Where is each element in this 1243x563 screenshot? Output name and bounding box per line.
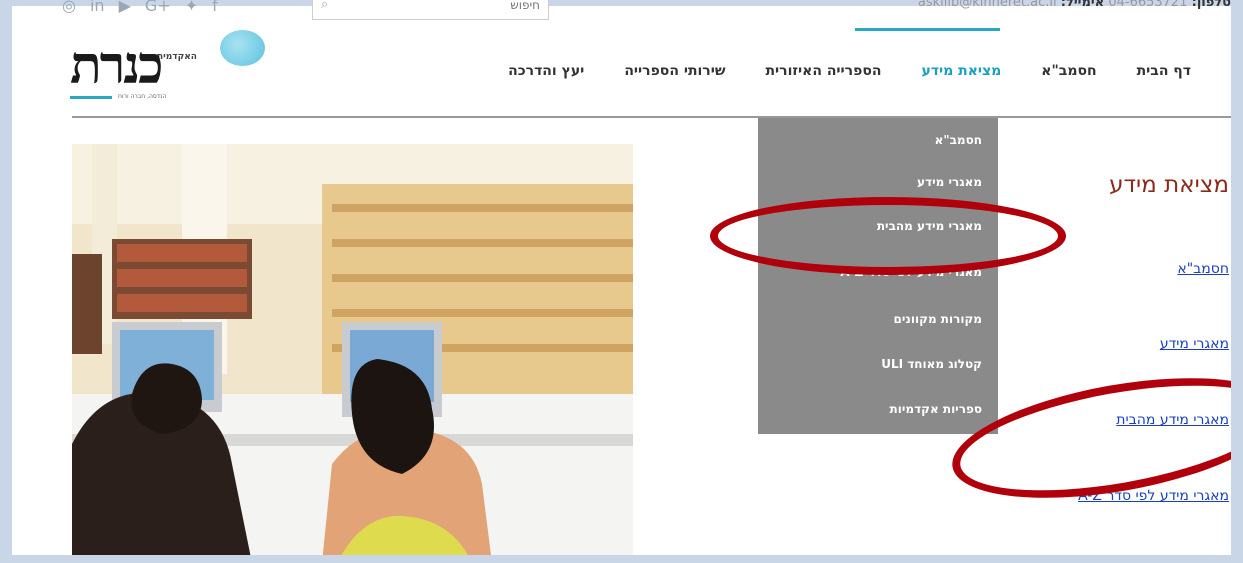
top-strip: ◎ in ▶ G+ ✦ f ⌕ טלפון: 04-6653721 אימייל… [12,0,1231,30]
screenshot-frame-bottom [0,555,1243,563]
side-link-databases[interactable]: מאגרי מידע [1160,336,1229,352]
site-logo[interactable]: האקדמית כנרת הנדסה, חברה ורוח [70,30,265,108]
logo-sub-label: הנדסה, חברה ורוח [118,93,167,100]
logo-graphic-icon [220,30,265,66]
highlight-ring-dropdown [710,197,1066,275]
youtube-icon[interactable]: ▶ [119,0,131,15]
logo-wordmark: כנרת [70,35,164,96]
nav-item-hasamba[interactable]: חסמב"א [1021,63,1116,79]
main-nav: דף הבית חסמב"א מציאת מידע הספרייה האיזור… [488,63,1211,79]
dropdown-item-academic-libraries[interactable]: ספריות אקדמיות [890,402,982,416]
search-underline [855,28,1000,31]
google-plus-icon[interactable]: G+ [145,0,171,15]
instagram-icon[interactable]: ◎ [62,0,76,15]
page-title: מציאת מידע [1109,172,1229,198]
phone-number: 04-6653721 [1108,0,1188,10]
library-photo [72,144,633,563]
contact-info: טלפון: 04-6653721 אימייל: askilib@kinner… [918,0,1231,10]
logo-swoosh [70,96,112,99]
dropdown-item-hasamba[interactable]: חסמב"א [935,133,982,147]
nav-divider [72,116,1232,118]
find-info-dropdown: חסמב"א מאגרי מידע מאגרי מידע מהבית מאגרי… [758,118,998,434]
side-link-hasamba[interactable]: חסמב"א [1177,261,1229,277]
screenshot-frame-right [1231,0,1243,563]
nav-item-find-info[interactable]: מציאת מידע [901,63,1021,79]
twitter-icon[interactable]: ✦ [185,0,198,15]
email-address[interactable]: askilib@kinneret.ac.il [918,0,1057,10]
logo-top-label: האקדמית [157,52,197,62]
nav-item-guidance[interactable]: יעץ והדרכה [488,63,604,79]
nav-item-home[interactable]: דף הבית [1117,63,1211,79]
nav-item-library-services[interactable]: שירותי הספרייה [604,63,745,79]
screenshot-frame-left [0,0,12,563]
search-icon[interactable]: ⌕ [321,0,328,12]
linkedin-icon[interactable]: in [90,0,105,15]
nav-item-regional-library[interactable]: הספרייה האיזורית [745,63,901,79]
search-input[interactable] [338,0,542,13]
email-label: אימייל: [1060,0,1105,10]
phone-label: טלפון: [1191,0,1231,10]
dropdown-item-uli-catalog[interactable]: קטלוג מאוחד ULI [881,357,982,371]
library-photo-illustration [72,144,633,563]
social-links: ◎ in ▶ G+ ✦ f [62,0,218,15]
dropdown-item-online-sources[interactable]: מקורות מקוונים [894,312,982,326]
search-box[interactable]: ⌕ [312,0,549,20]
facebook-icon[interactable]: f [212,0,218,15]
dropdown-item-databases[interactable]: מאגרי מידע [917,175,982,189]
